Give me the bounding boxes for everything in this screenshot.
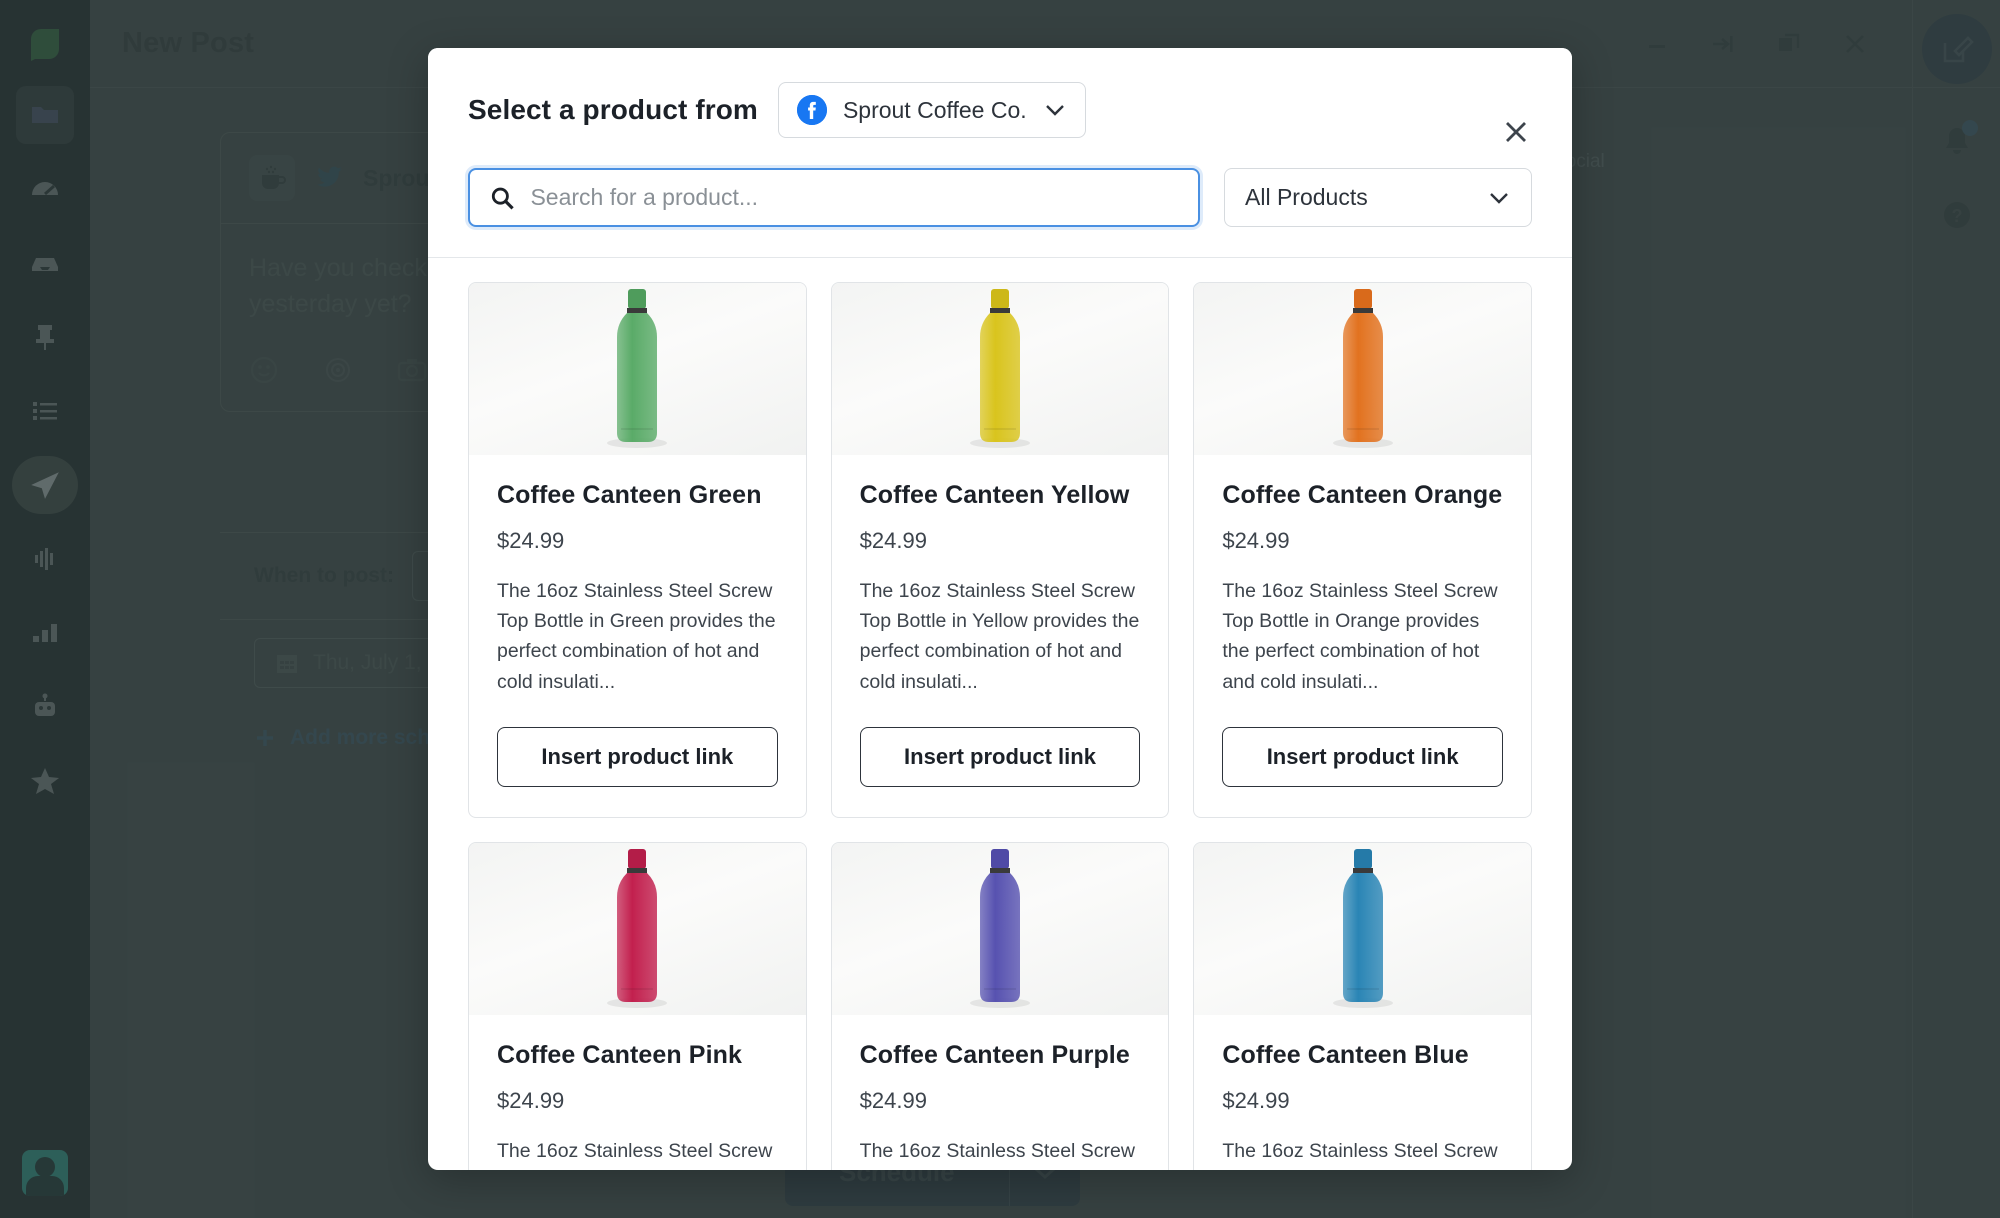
product-card[interactable]: Coffee Canteen Blue $24.99 The 16oz Stainl…: [1193, 841, 1532, 1170]
product-description: The 16oz Stainless Steel Screw Top Bottl…: [497, 580, 776, 693]
product-description: The 16oz Stainless Steel Screw Top Bottl…: [1222, 580, 1498, 693]
product-image: [469, 283, 806, 455]
insert-product-link-button[interactable]: Insert product link: [497, 726, 778, 787]
search-input[interactable]: [530, 184, 1178, 211]
product-info: Coffee Canteen Purple $24.99 The 16oz Stai…: [832, 1015, 1169, 1170]
product-title: Coffee Canteen Blue: [1222, 1040, 1469, 1069]
chevron-down-icon: [1490, 192, 1508, 204]
product-price: $24.99: [1222, 528, 1290, 553]
product-price: $24.99: [859, 528, 927, 553]
profile-selector[interactable]: Sprout Coffee Co.: [777, 82, 1086, 138]
product-picker-modal: Select a product from Sprout Coffee Co.: [428, 48, 1572, 1170]
chevron-down-icon: [1045, 105, 1064, 116]
bottle-illustration: [969, 848, 1030, 1008]
product-price: $24.99: [1222, 1087, 1290, 1113]
modal-title: Select a product from: [468, 94, 758, 125]
search-box[interactable]: [468, 168, 1200, 227]
product-info: Coffee Canteen Pink $24.99 The 16oz Stainl…: [469, 1015, 806, 1170]
product-title: Coffee Canteen Green: [497, 481, 762, 509]
insert-product-link-button[interactable]: Insert product link: [1222, 726, 1503, 787]
close-icon: [1506, 122, 1526, 142]
product-info: Coffee Canteen Blue $24.99 The 16oz Stainl…: [1194, 1015, 1531, 1170]
product-card[interactable]: Coffee Canteen Yellow $24.99 The 16oz Stai…: [830, 282, 1170, 818]
profile-name: Sprout Coffee Co.: [842, 96, 1027, 123]
filter-selected-value: All Products: [1245, 184, 1368, 210]
bottle-illustration: [1332, 848, 1393, 1008]
insert-product-link-button[interactable]: Insert product link: [859, 726, 1141, 787]
close-modal-button[interactable]: [1498, 114, 1534, 150]
bottle-illustration: [607, 289, 668, 448]
product-description: The 16oz Stainless Steel Screw Top Bottl…: [1222, 1139, 1498, 1162]
product-price: $24.99: [497, 1087, 565, 1113]
product-card[interactable]: Coffee Canteen Orange $24.99 The 16oz Stai…: [1193, 282, 1532, 818]
product-title: Coffee Canteen Pink: [497, 1040, 743, 1069]
product-price: $24.99: [497, 528, 565, 553]
product-info: Coffee Canteen Yellow $24.99 The 16oz Stai…: [832, 455, 1169, 817]
bottle-illustration: [607, 848, 668, 1008]
product-title: Coffee Canteen Orange: [1222, 481, 1503, 509]
facebook-icon: [796, 95, 827, 125]
product-card[interactable]: Coffee Canteen Pink $24.99 The 16oz Stainl…: [468, 841, 807, 1170]
product-image: [831, 283, 1169, 455]
search-filter-row: All Products: [468, 168, 1532, 257]
search-icon: [491, 187, 514, 209]
bottle-illustration: [1332, 289, 1393, 448]
modal-title-row: Select a product from Sprout Coffee Co.: [468, 82, 1532, 138]
product-grid-scroll[interactable]: Coffee Canteen Green $24.99 The 16oz Stain…: [428, 258, 1572, 1170]
product-title: Coffee Canteen Purple: [859, 1040, 1130, 1069]
product-card[interactable]: Coffee Canteen Purple $24.99 The 16oz Stai…: [830, 841, 1170, 1170]
product-image: [1194, 842, 1531, 1015]
product-image: [469, 842, 806, 1015]
product-info: Coffee Canteen Orange $24.99 The 16oz Stai…: [1194, 455, 1531, 817]
product-filter-select[interactable]: All Products: [1224, 168, 1532, 227]
product-image: [831, 842, 1169, 1015]
product-price: $24.99: [859, 1087, 927, 1113]
modal-header: Select a product from Sprout Coffee Co.: [428, 48, 1572, 257]
product-image: [1194, 283, 1531, 455]
app-root: New Post ed. Tests: [0, 0, 2000, 1218]
product-description: The 16oz Stainless Steel Screw Top Bottl…: [859, 580, 1140, 693]
product-description: The 16oz Stainless Steel Screw Top Bottl…: [859, 1139, 1135, 1162]
product-grid: Coffee Canteen Green $24.99 The 16oz Stain…: [468, 282, 1532, 1170]
bottle-illustration: [969, 289, 1030, 448]
product-info: Coffee Canteen Green $24.99 The 16oz Stain…: [469, 455, 806, 817]
product-title: Coffee Canteen Yellow: [859, 481, 1130, 509]
product-card[interactable]: Coffee Canteen Green $24.99 The 16oz Stain…: [468, 282, 807, 818]
product-description: The 16oz Stainless Steel Screw Top Bottl…: [497, 1139, 773, 1162]
